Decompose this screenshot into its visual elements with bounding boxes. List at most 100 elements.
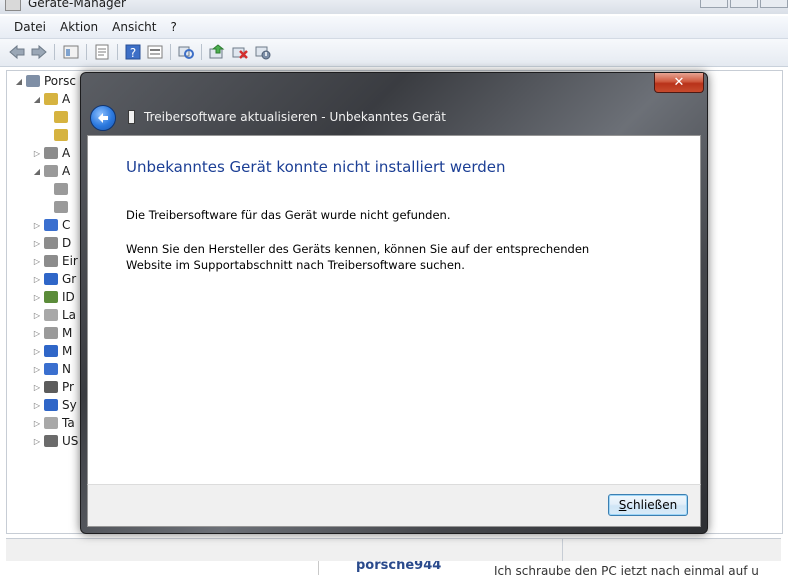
tree-item-graphics[interactable]: ▷ Gr xyxy=(33,271,76,287)
forward-arrow-icon[interactable] xyxy=(30,43,48,61)
back-arrow-icon[interactable] xyxy=(8,43,26,61)
network-icon xyxy=(44,363,58,375)
tree-collapsed-icon[interactable]: ▷ xyxy=(33,401,41,410)
tree-label: Sy xyxy=(62,398,77,412)
tree-collapsed-icon[interactable]: ▷ xyxy=(33,365,41,374)
tree-label: M xyxy=(62,344,73,358)
audio-icon xyxy=(44,147,58,159)
toolbar-separator xyxy=(170,44,171,60)
menubar: Datei Aktion Ansicht ? xyxy=(0,16,788,39)
tree-label: A xyxy=(62,146,71,160)
monitor-icon xyxy=(44,345,58,357)
tree-expanded-icon[interactable]: ◢ xyxy=(33,95,41,104)
scan-hardware-icon[interactable] xyxy=(177,43,195,61)
tree-item-child[interactable] xyxy=(51,181,72,197)
tree-collapsed-icon[interactable]: ▷ xyxy=(33,419,41,428)
tree-collapsed-icon[interactable]: ▷ xyxy=(33,293,41,302)
tree-expanded-icon[interactable]: ◢ xyxy=(15,77,23,86)
tree-collapsed-icon[interactable]: ▷ xyxy=(33,275,41,284)
computer-icon xyxy=(26,75,40,87)
menu-datei[interactable]: Datei xyxy=(7,20,53,34)
tree-item-network[interactable]: ▷ N xyxy=(33,361,71,377)
tree-item-computer[interactable]: ◢ Porsc xyxy=(15,73,76,89)
tree-item-computer-category[interactable]: ▷ C xyxy=(33,217,70,233)
warning-icon xyxy=(54,111,68,123)
tree-collapsed-icon[interactable]: ▷ xyxy=(33,437,41,446)
tree-item-system[interactable]: ▷ Sy xyxy=(33,397,77,413)
display-icon xyxy=(44,273,58,285)
device-manager-titlebar: Geräte-Manager xyxy=(0,0,788,14)
post-author[interactable]: porsche944 xyxy=(356,561,441,573)
tree-collapsed-icon[interactable]: ▷ xyxy=(33,311,41,320)
help-icon[interactable]: ? xyxy=(124,43,142,61)
update-driver-icon[interactable] xyxy=(208,43,226,61)
tree-label: Gr xyxy=(62,272,77,286)
tree-label: US xyxy=(62,434,79,448)
accelerator-key: S xyxy=(618,498,627,512)
show-hide-icon[interactable] xyxy=(62,43,80,61)
schliessen-button[interactable]: Schließen xyxy=(608,494,688,516)
tree-label: M xyxy=(62,326,73,340)
tree-item-audio-io[interactable]: ◢ A xyxy=(33,163,70,179)
speaker-icon xyxy=(54,201,68,213)
minimize-button[interactable] xyxy=(700,0,728,8)
menu-ansicht[interactable]: Ansicht xyxy=(105,20,163,34)
close-icon: ✕ xyxy=(673,75,685,90)
statusbar-divider xyxy=(562,539,563,561)
tree-item-dvd[interactable]: ▷ D xyxy=(33,235,71,251)
tree-expanded-icon[interactable]: ◢ xyxy=(33,167,41,176)
tree-item-unknown-devices[interactable]: ◢ A xyxy=(33,91,70,107)
tree-item-monitors[interactable]: ▷ M xyxy=(33,343,72,359)
tree-item-processors[interactable]: ▷ Pr xyxy=(33,379,74,395)
tree-label: ID xyxy=(62,290,75,304)
tree-item-keyboards[interactable]: ▷ Ta xyxy=(33,415,75,431)
wizard-content: Unbekanntes Gerät konnte nicht installie… xyxy=(87,135,701,485)
menu-aktion[interactable]: Aktion xyxy=(53,20,105,34)
back-button[interactable] xyxy=(90,105,116,131)
usb-icon xyxy=(44,435,58,447)
tree-item-drives[interactable]: ▷ La xyxy=(33,307,76,323)
toolbar-separator xyxy=(117,44,118,60)
tree-collapsed-icon[interactable]: ▷ xyxy=(33,239,41,248)
tree-item-child[interactable] xyxy=(51,109,72,125)
background-webpage: porsche944 Ich schraube den PC jetzt nac… xyxy=(0,561,788,575)
toolbar-separator xyxy=(86,44,87,60)
wizard-footer: Schließen xyxy=(87,484,701,527)
dialog-close-button[interactable]: ✕ xyxy=(654,73,704,93)
tree-collapsed-icon[interactable]: ▷ xyxy=(33,149,41,158)
computer-icon xyxy=(44,219,58,231)
tree-label: La xyxy=(62,308,77,322)
tree-item-mice[interactable]: ▷ M xyxy=(33,325,72,341)
tree-collapsed-icon[interactable]: ▷ xyxy=(33,221,41,230)
wizard-title: Treibersoftware aktualisieren - Unbekann… xyxy=(144,110,446,124)
tree-item-usb[interactable]: ▷ US xyxy=(33,433,78,449)
tree-item-input[interactable]: ▷ Eir xyxy=(33,253,78,269)
toolbar: ? xyxy=(0,39,788,67)
tree-collapsed-icon[interactable]: ▷ xyxy=(33,383,41,392)
tree-collapsed-icon[interactable]: ▷ xyxy=(33,329,41,338)
menu-help[interactable]: ? xyxy=(163,20,183,34)
window-close-button[interactable] xyxy=(760,0,788,8)
device-icon xyxy=(128,110,135,124)
toolbar-separator xyxy=(201,44,202,60)
tree-label: Porsc xyxy=(44,74,76,88)
error-heading: Unbekanntes Gerät konnte nicht installie… xyxy=(126,158,506,176)
device-manager-icon xyxy=(5,0,21,11)
statusbar xyxy=(6,538,781,561)
warning-icon xyxy=(44,93,58,105)
disable-device-icon[interactable] xyxy=(254,43,272,61)
tree-item-audio[interactable]: ▷ A xyxy=(33,145,70,161)
tree-label: Eir xyxy=(62,254,78,268)
details-view-icon[interactable] xyxy=(146,43,164,61)
tree-item-child[interactable] xyxy=(51,127,72,143)
disk-icon xyxy=(44,291,58,303)
properties-icon[interactable] xyxy=(93,43,111,61)
tree-item-child[interactable] xyxy=(51,199,72,215)
maximize-button[interactable] xyxy=(730,0,758,8)
tree-label: Pr xyxy=(62,380,74,394)
tree-collapsed-icon[interactable]: ▷ xyxy=(33,347,41,356)
uninstall-icon[interactable] xyxy=(231,43,249,61)
speaker-icon xyxy=(44,165,58,177)
tree-collapsed-icon[interactable]: ▷ xyxy=(33,257,41,266)
tree-item-ide[interactable]: ▷ ID xyxy=(33,289,75,305)
